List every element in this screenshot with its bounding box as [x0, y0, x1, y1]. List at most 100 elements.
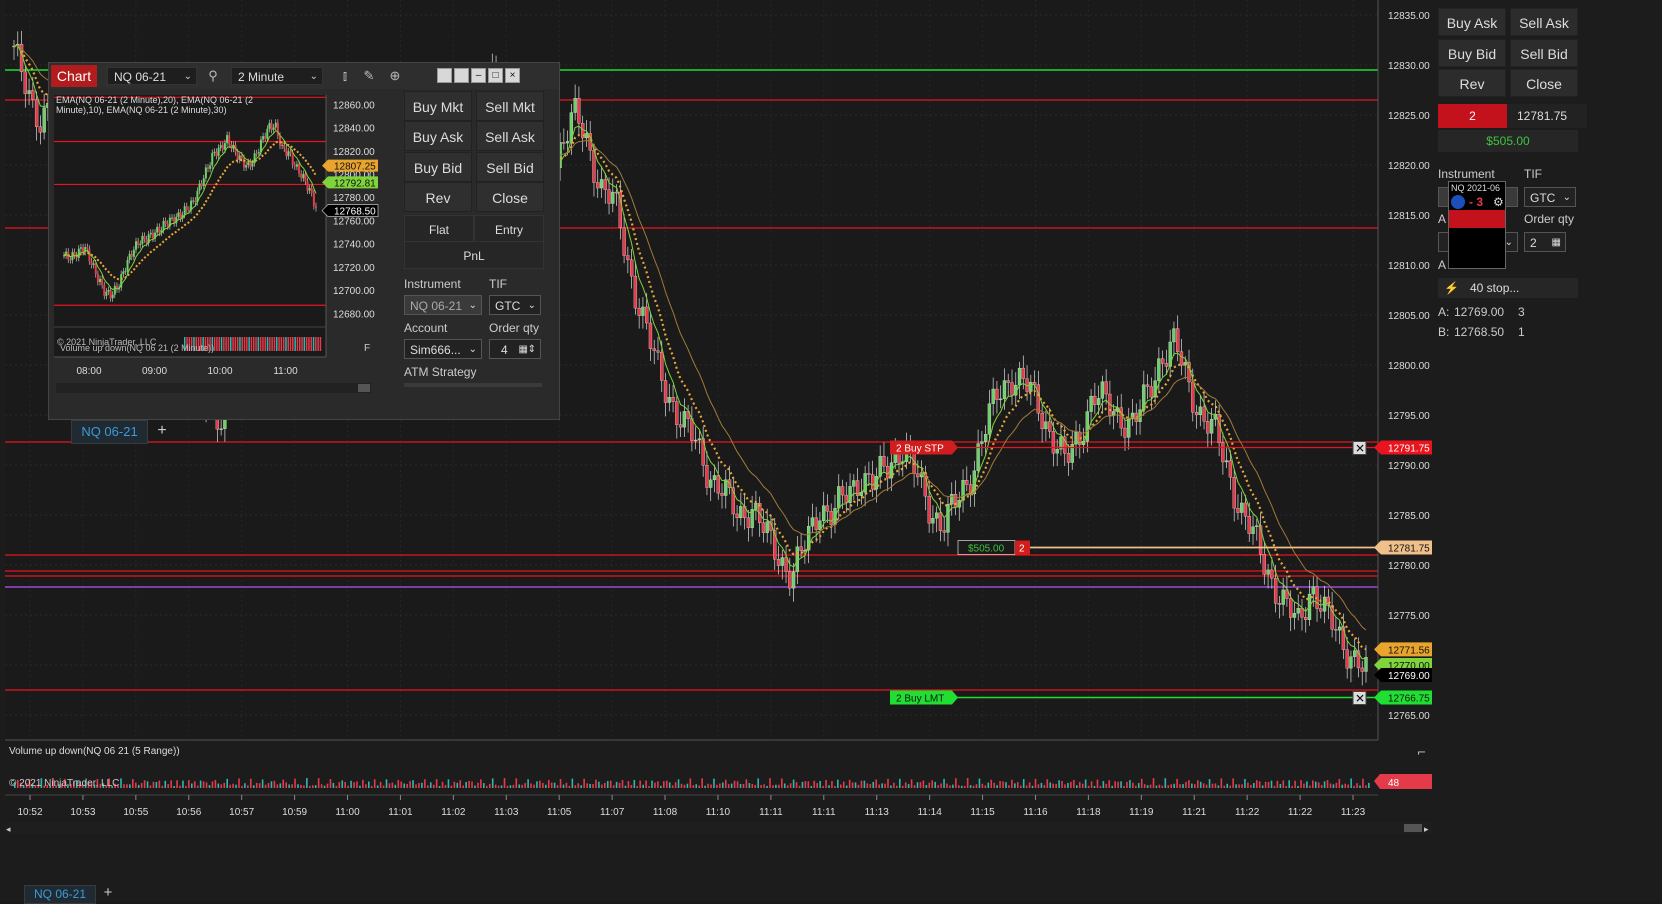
buy-stp-price-tag: 12791.75: [1374, 440, 1432, 455]
volume-bar: [1078, 782, 1081, 788]
right-tif-select[interactable]: GTC ⌄: [1524, 187, 1576, 207]
volume-bar: [834, 785, 836, 788]
volume-bar: [1323, 781, 1326, 788]
volume-bar: [468, 780, 470, 788]
mini-scrollbar[interactable]: [56, 383, 371, 393]
bar-type-icon[interactable]: ⫾: [337, 68, 353, 84]
volume-bar: [698, 785, 700, 788]
volume-bar: [255, 782, 258, 788]
volume-bar: [952, 784, 954, 788]
volume-bar: [409, 781, 411, 788]
volume-bar: [353, 782, 355, 788]
sell-mkt-button[interactable]: Sell Mkt: [476, 91, 544, 121]
right-reverse-button[interactable]: Rev: [1438, 69, 1506, 97]
popup-qty: - 3: [1469, 195, 1484, 209]
zoom-icon[interactable]: ⊕: [387, 68, 403, 84]
volume-bar: [137, 784, 140, 788]
right-close-button[interactable]: Close: [1510, 69, 1578, 97]
volume-bar: [1055, 783, 1057, 788]
volume-bar: [819, 780, 821, 788]
right-order-qty-stepper[interactable]: 2 ▦: [1524, 232, 1566, 252]
sell-ask-button[interactable]: Sell Ask: [476, 121, 544, 151]
volume-bar: [571, 778, 574, 788]
right-tif-label: TIF: [1524, 167, 1542, 181]
sell-bid-button[interactable]: Sell Bid: [476, 152, 544, 182]
atm-strategy-bar[interactable]: [404, 383, 542, 387]
instrument-label: Instrument: [404, 277, 461, 291]
tile-icon[interactable]: [437, 68, 452, 83]
account-select[interactable]: Sim666... ⌄: [404, 339, 482, 359]
volume-bar: [872, 781, 875, 788]
interval-selector[interactable]: 2 Minute ⌄: [231, 67, 323, 85]
volume-bar: [689, 778, 692, 788]
instrument-select[interactable]: NQ 06-21 ⌄: [404, 295, 482, 315]
volume-bar: [480, 779, 482, 788]
atm-strategy-select[interactable]: ⚡ 40 stop...: [1438, 278, 1578, 298]
position-popup[interactable]: NQ 2021-06 - 3 ⚙: [1448, 181, 1506, 269]
close-icon[interactable]: ×: [505, 68, 520, 83]
minimize-icon[interactable]: –: [471, 68, 486, 83]
chevron-down-icon: ⌄: [527, 300, 536, 311]
volume-bar: [427, 785, 429, 788]
volume-bar: [1338, 778, 1341, 788]
mini-volume-bar: [259, 337, 262, 351]
buy-ask-button[interactable]: Buy Ask: [404, 121, 472, 151]
search-icon[interactable]: ⚲: [205, 68, 221, 84]
mini-price-tick: 12780.00: [333, 193, 375, 204]
chevron-down-icon: ⌄: [1562, 192, 1571, 203]
volume-bar: [1223, 785, 1226, 788]
right-buy-bid-button[interactable]: Buy Bid: [1438, 39, 1506, 67]
buy-bid-button[interactable]: Buy Bid: [404, 152, 472, 182]
volume-bar: [727, 784, 730, 788]
volume-bar: [586, 783, 588, 788]
volume-bar: [196, 785, 199, 788]
add-tab-icon[interactable]: +: [151, 420, 173, 442]
mini-instrument-tab[interactable]: NQ 06-21: [71, 420, 148, 444]
close-position-button[interactable]: Close: [476, 182, 544, 212]
f-marker[interactable]: F: [364, 343, 370, 354]
volume-bar: [766, 785, 768, 788]
volume-bar: [928, 782, 931, 788]
panel-maximize-icon[interactable]: ⌐: [1417, 746, 1426, 759]
mini-price-chart[interactable]: EMA(NQ 06-21 (2 Minute),20), EMA(NQ 06-2…: [54, 95, 394, 395]
mini-volume-bar: [312, 337, 315, 351]
price-tick-label: 12810.00: [1388, 261, 1430, 272]
instrument-tab[interactable]: NQ 06-21: [24, 885, 96, 904]
time-tick-label: 11:02: [441, 807, 466, 818]
ask-size: 3: [1518, 305, 1525, 319]
volume-bar: [1199, 781, 1202, 788]
volume-bar: [465, 781, 467, 788]
scroll-right-icon[interactable]: ▸: [1424, 824, 1429, 834]
drawing-tool-icon[interactable]: ✎: [361, 68, 377, 84]
mini-scroll-thumb[interactable]: [358, 384, 370, 392]
order-qty-stepper[interactable]: 4 ▦ ⇕: [489, 339, 541, 359]
bid-price: 12768.50: [1454, 325, 1505, 339]
scroll-thumb[interactable]: [1404, 824, 1422, 832]
window-titlebar[interactable]: Chart NQ 06-21 ⌄ ⚲ 2 Minute ⌄ ⫾ ✎ ⊕ – □ ×: [49, 63, 559, 89]
tif-select[interactable]: GTC ⌄: [489, 295, 541, 315]
right-sell-bid-button[interactable]: Sell Bid: [1510, 39, 1578, 67]
reverse-button[interactable]: Rev: [404, 182, 472, 212]
chart-tab[interactable]: Chart: [51, 65, 97, 87]
volume-bar: [397, 779, 400, 788]
buy-mkt-button[interactable]: Buy Mkt: [404, 91, 472, 121]
horizontal-scrollbar[interactable]: [5, 822, 1432, 834]
add-tab-icon[interactable]: +: [98, 884, 118, 902]
volume-bar: [1123, 785, 1125, 788]
volume-bar: [188, 780, 190, 788]
time-tick-label: 11:01: [388, 807, 413, 818]
volume-bar: [893, 782, 895, 788]
right-buy-ask-button[interactable]: Buy Ask: [1438, 8, 1506, 36]
volume-bar: [158, 780, 161, 788]
mini-volume-bar: [301, 337, 303, 351]
stepper-icon: ⇕: [527, 344, 536, 355]
scroll-left-icon[interactable]: ◂: [6, 824, 11, 834]
maximize-icon[interactable]: □: [488, 68, 503, 83]
volume-bar: [565, 782, 568, 788]
volume-bar: [306, 778, 308, 788]
instrument-selector[interactable]: NQ 06-21 ⌄: [107, 67, 197, 85]
gear-icon[interactable]: ⚙: [1493, 195, 1504, 209]
right-sell-ask-button[interactable]: Sell Ask: [1510, 8, 1578, 36]
tile-horizontal-icon[interactable]: [454, 68, 469, 83]
volume-bar: [1005, 782, 1007, 788]
